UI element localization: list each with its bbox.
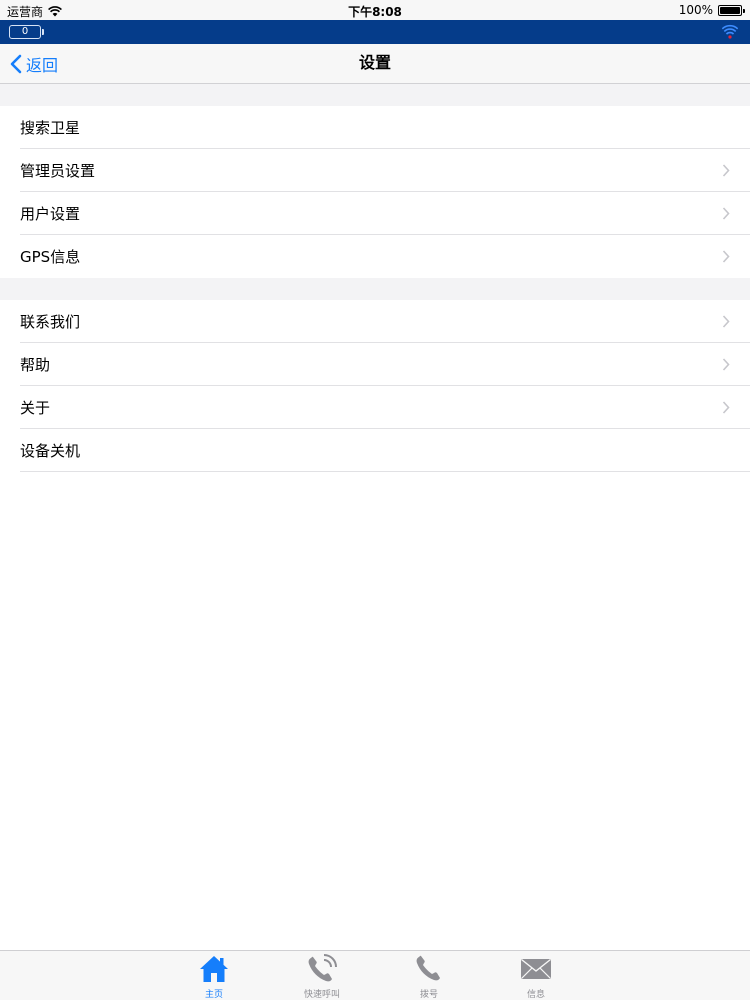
phone-icon [416,955,440,981]
tab-home[interactable]: 主页 [174,951,254,1000]
chevron-right-icon [722,358,730,371]
status-bar: 运营商 下午8:08 100% [0,0,750,20]
list-item-label: 关于 [20,398,51,417]
list-item-contact-us[interactable]: 联系我们 [20,300,750,343]
navigation-bar: 返回 设置 [0,44,750,84]
list-item-label: 联系我们 [20,312,81,331]
list-item-user-settings[interactable]: 用户设置 [20,192,750,235]
list-item-label: 搜索卫星 [20,118,81,137]
list-item-label: GPS信息 [20,248,81,266]
chevron-right-icon [722,164,730,177]
list-item-label: 用户设置 [20,204,81,223]
settings-group-device: 搜索卫星 管理员设置 用户设置 GPS信息 [0,106,750,278]
page-title: 设置 [358,53,391,72]
chevron-right-icon [722,207,730,220]
quick-call-icon [308,954,337,982]
envelope-icon [521,958,551,979]
list-item-admin-settings[interactable]: 管理员设置 [20,149,750,192]
tab-label: 主页 [204,990,223,1000]
home-icon [200,956,228,982]
tab-dial[interactable]: 拨号 [389,951,469,1000]
settings-content: 搜索卫星 管理员设置 用户设置 GPS信息 联系我们 帮助 关于 设备关机 [0,84,750,950]
tab-quick-call[interactable]: 快速呼叫 [282,951,362,1000]
list-item-about[interactable]: 关于 [20,386,750,429]
battery-info: 100% [678,3,745,17]
list-item-label: 管理员设置 [20,161,96,180]
battery-icon [718,4,745,16]
tab-label: 拨号 [419,990,438,1000]
list-item-device-shutdown[interactable]: 设备关机 [20,429,750,472]
list-item-search-satellite[interactable]: 搜索卫星 [20,106,750,149]
list-item-gps-info[interactable]: GPS信息 [20,235,750,278]
battery-percent: 100% [678,3,713,17]
section-spacer [0,84,750,106]
signal-icon [722,24,738,39]
tab-label: 信息 [526,990,545,1000]
list-item-help[interactable]: 帮助 [20,343,750,386]
device-status-bar: 0 [0,20,750,44]
tab-messages[interactable]: 信息 [496,951,576,1000]
tab-bar: 主页 快速呼叫 拨号 信息 [0,950,750,1000]
settings-group-support: 联系我们 帮助 关于 设备关机 [0,300,750,472]
list-item-label: 设备关机 [20,441,81,460]
tab-label: 快速呼叫 [303,990,340,1000]
chevron-right-icon [722,250,730,263]
section-spacer [0,278,750,300]
chevron-right-icon [722,401,730,414]
chevron-right-icon [722,315,730,328]
status-time: 下午8:08 [348,5,402,19]
list-item-label: 帮助 [20,355,51,374]
device-battery-icon: 0 [9,25,44,39]
